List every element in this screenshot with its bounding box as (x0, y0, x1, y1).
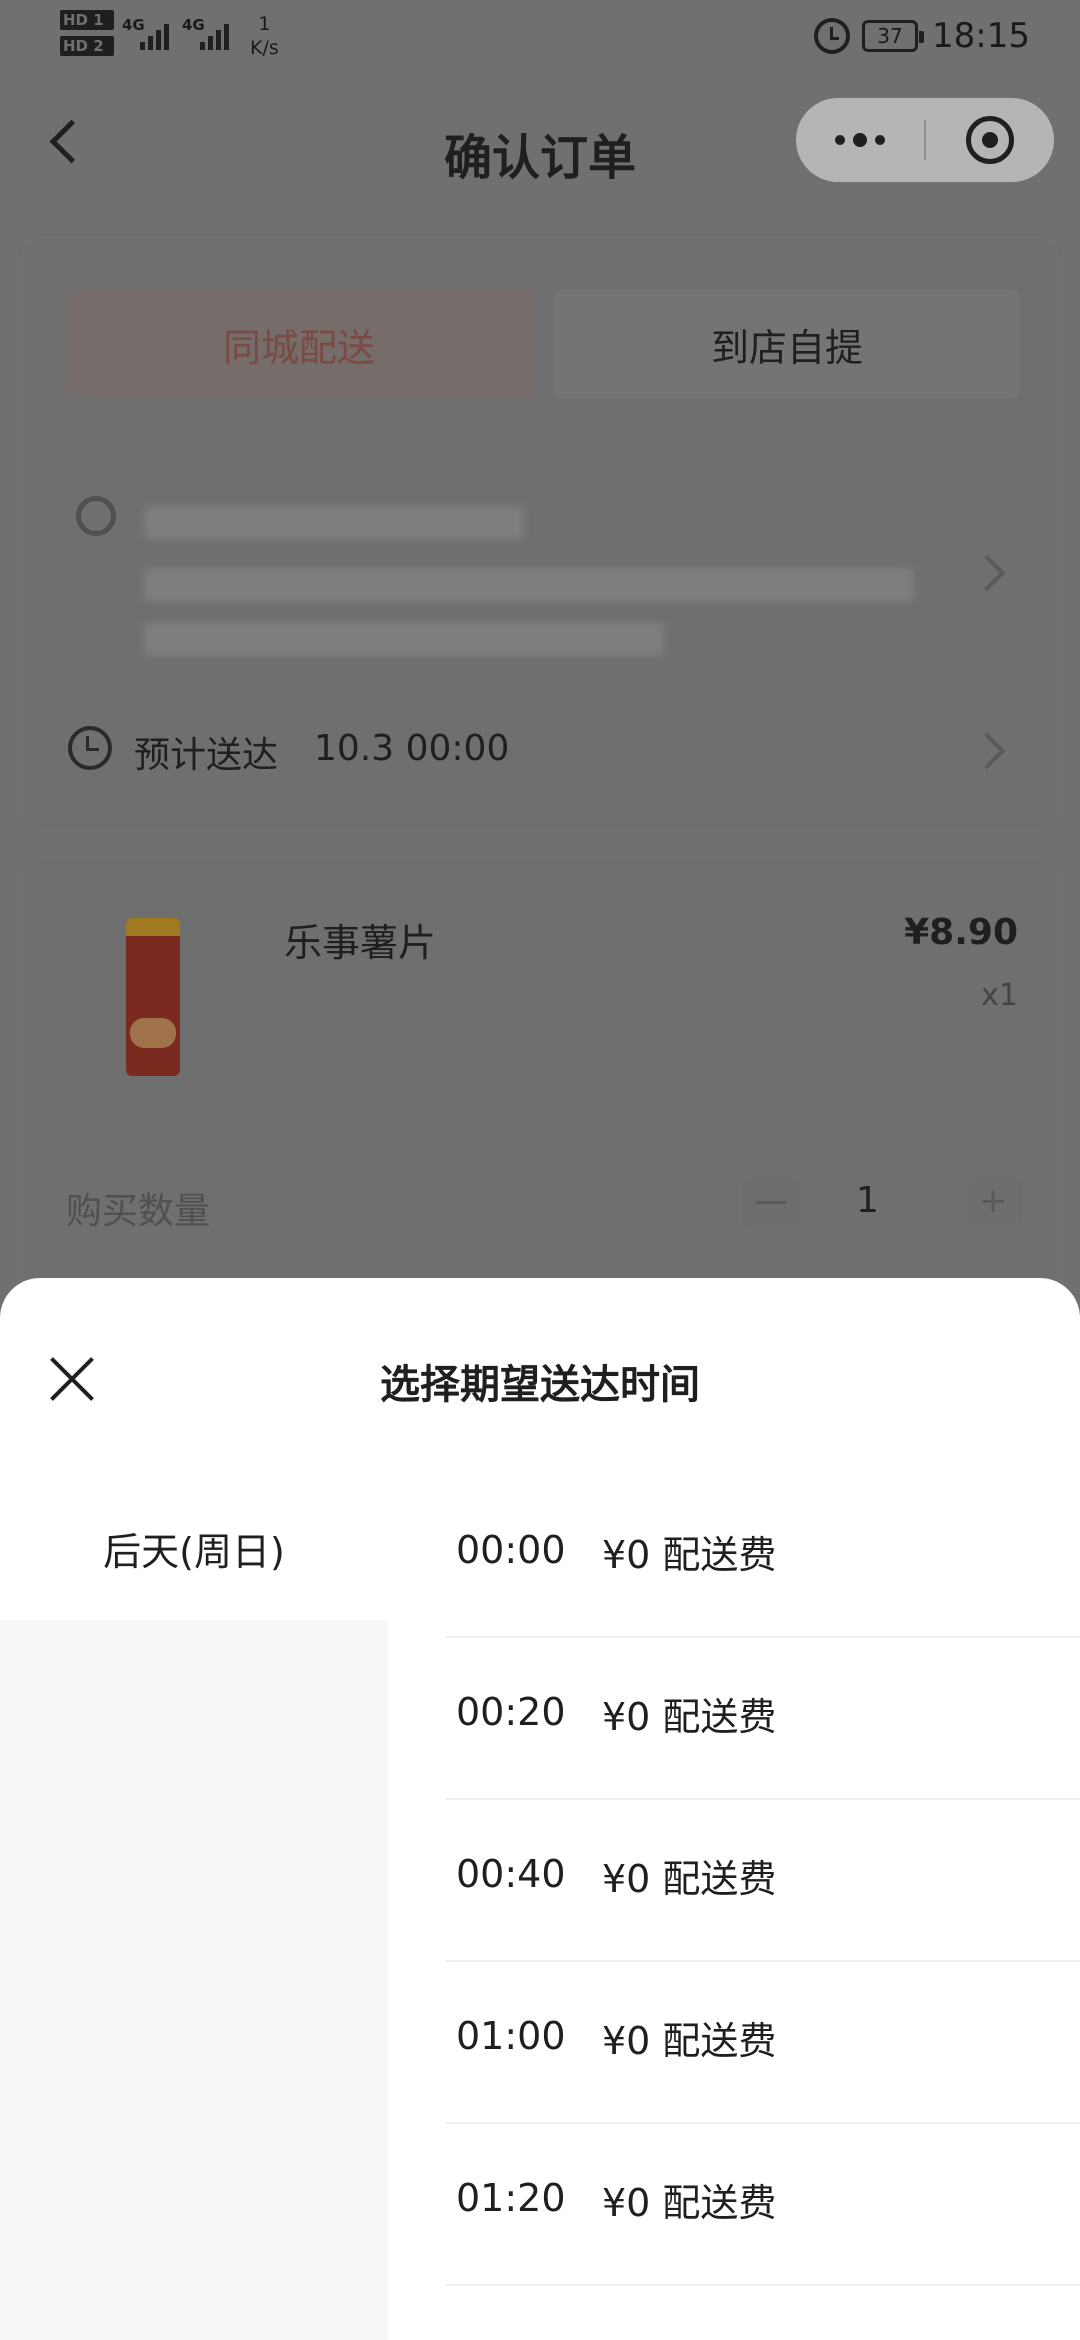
quantity-label: 购买数量 (66, 1191, 211, 1232)
time-slot[interactable]: 00:00 ¥0 配送费 (446, 1476, 1080, 1638)
stepper-plus-button[interactable]: + (964, 1178, 1022, 1226)
location-pin-icon (76, 496, 116, 536)
tab-city-delivery[interactable]: 同城配送 (66, 290, 532, 398)
eta-label: 预计送达 (134, 735, 279, 776)
time-slot[interactable]: 00:20 ¥0 配送费 (446, 1638, 1080, 1800)
slot-fee: ¥0 配送费 (602, 1695, 777, 1739)
address-name-redacted (144, 506, 524, 540)
mini-program-capsule (796, 98, 1054, 182)
time-slot[interactable]: 01:20 ¥0 配送费 (446, 2124, 1080, 2286)
time-slot[interactable]: 00:40 ¥0 配送费 (446, 1800, 1080, 1962)
day-item-selected[interactable]: 后天(周日) (0, 1476, 388, 1620)
stepper-minus-button[interactable] (742, 1178, 800, 1226)
delivery-card: 同城配送 到店自提 预计送达 10.3 00:00 (24, 238, 1056, 828)
time-slot[interactable]: 01:00 ¥0 配送费 (446, 1962, 1080, 2124)
slot-fee: ¥0 配送费 (602, 1857, 777, 1901)
address-detail-redacted (144, 622, 664, 656)
stepper-value: 1 (856, 1180, 879, 1221)
product-quantity: x1 (981, 978, 1018, 1013)
slot-fee: ¥0 配送费 (602, 1533, 777, 1577)
day-list: 后天(周日) (0, 1476, 388, 2340)
hd2-badge: HD 2 (60, 36, 114, 56)
signal-bars-2-icon (200, 18, 229, 50)
speed-value: 1 (258, 13, 271, 35)
address-line-redacted (144, 568, 914, 602)
slot-time: 00:20 (456, 1690, 566, 1734)
eta-time[interactable]: 10.3 00:00 (314, 728, 509, 769)
signal-bars-1-icon (140, 18, 169, 50)
slot-time: 01:00 (456, 2014, 566, 2058)
address-chevron-right-icon[interactable] (968, 554, 1006, 592)
slot-time: 00:40 (456, 1852, 566, 1896)
product-image (126, 918, 180, 1076)
eta-chevron-right-icon[interactable] (968, 732, 1006, 770)
slot-fee: ¥0 配送费 (602, 2181, 777, 2225)
slot-time: 00:00 (456, 1528, 566, 1572)
product-price: ¥8.90 (904, 912, 1018, 953)
speed-unit: K/s (250, 37, 279, 59)
tab-store-pickup[interactable]: 到店自提 (554, 290, 1020, 398)
slot-fee: ¥0 配送费 (602, 2019, 777, 2063)
hd1-badge: HD 1 (60, 10, 114, 30)
alarm-icon (814, 18, 850, 54)
product-card: 乐事薯片 ¥8.90 x1 购买数量 1 + (24, 860, 1056, 1340)
hd-badges: HD 1 HD 2 (60, 10, 114, 62)
product-name: 乐事薯片 (284, 921, 437, 965)
slot-time: 01:20 (456, 2176, 566, 2220)
status-bar: HD 1 HD 2 4G 4G 1 K/s 37 18:15 (0, 0, 1080, 80)
network-speed: 1 K/s (250, 12, 279, 60)
clock-icon (68, 726, 112, 770)
delivery-time-sheet: 选择期望送达时间 后天(周日) 00:00 ¥0 配送费 00:20 ¥0 配送… (0, 1278, 1080, 2340)
battery-icon: 37 (862, 20, 924, 52)
sheet-title: 选择期望送达时间 (380, 1362, 700, 1408)
target-circle-icon[interactable] (926, 98, 1054, 182)
more-dots-icon[interactable] (796, 98, 924, 182)
status-time: 18:15 (932, 16, 1030, 56)
